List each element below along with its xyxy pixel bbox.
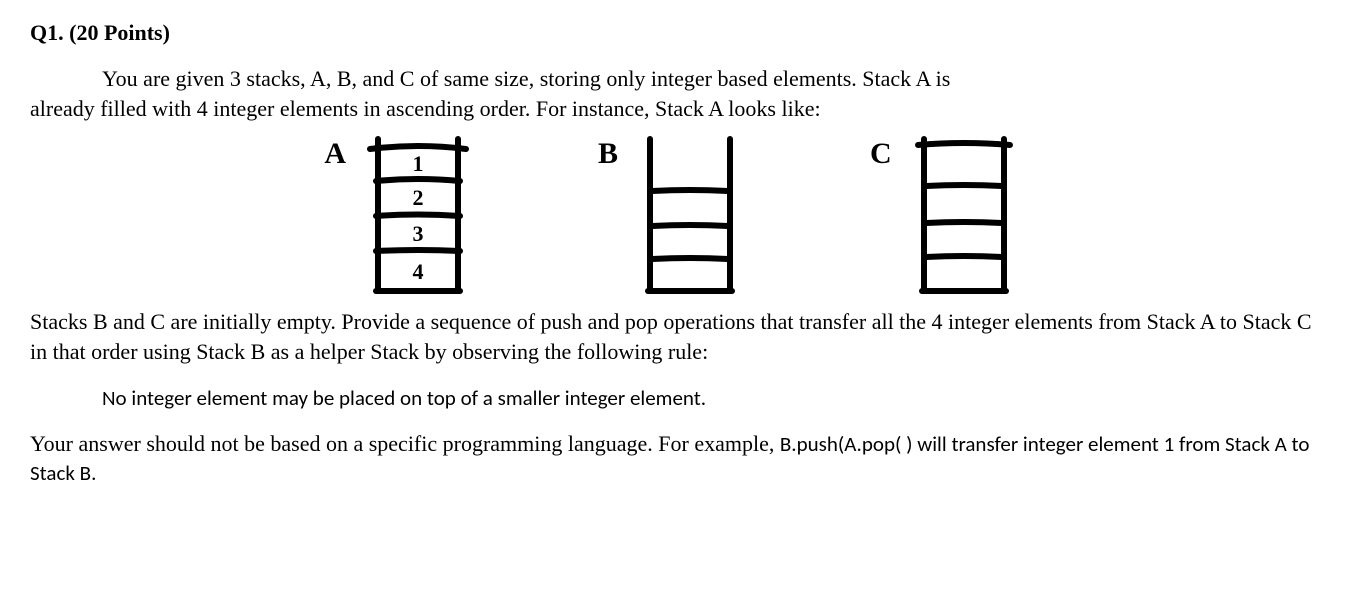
stack-b-drawing — [630, 131, 750, 301]
stack-a-group: A 1 2 3 4 — [324, 131, 478, 301]
rule-text: No integer element may be placed on top … — [102, 385, 1318, 411]
paragraph-3: Your answer should not be based on a spe… — [30, 429, 1318, 488]
stack-c-label: C — [870, 137, 892, 171]
question-heading: Q1. (20 Points) — [30, 20, 1318, 46]
stack-a-val-1: 2 — [412, 185, 423, 210]
stack-c-group: C — [870, 131, 1024, 301]
stack-b-group: B — [598, 131, 750, 301]
paragraph-1-line-2: already filled with 4 integer elements i… — [30, 96, 821, 121]
stack-c-drawing — [904, 131, 1024, 301]
paragraph-3a: Your answer should not be based on a spe… — [30, 431, 780, 456]
stack-a-label: A — [324, 137, 346, 171]
paragraph-1: You are given 3 stacks, A, B, and C of s… — [30, 64, 1318, 123]
stack-a-drawing: 1 2 3 4 — [358, 131, 478, 301]
paragraph-2: Stacks B and C are initially empty. Prov… — [30, 307, 1318, 366]
stack-b-label: B — [598, 137, 618, 171]
stack-a-val-0: 1 — [412, 151, 423, 176]
paragraph-1-line-1: You are given 3 stacks, A, B, and C of s… — [30, 64, 950, 94]
stack-a-val-2: 3 — [412, 221, 423, 246]
stacks-diagram: A 1 2 3 4 B — [30, 131, 1318, 301]
stack-a-val-3: 4 — [412, 259, 423, 284]
